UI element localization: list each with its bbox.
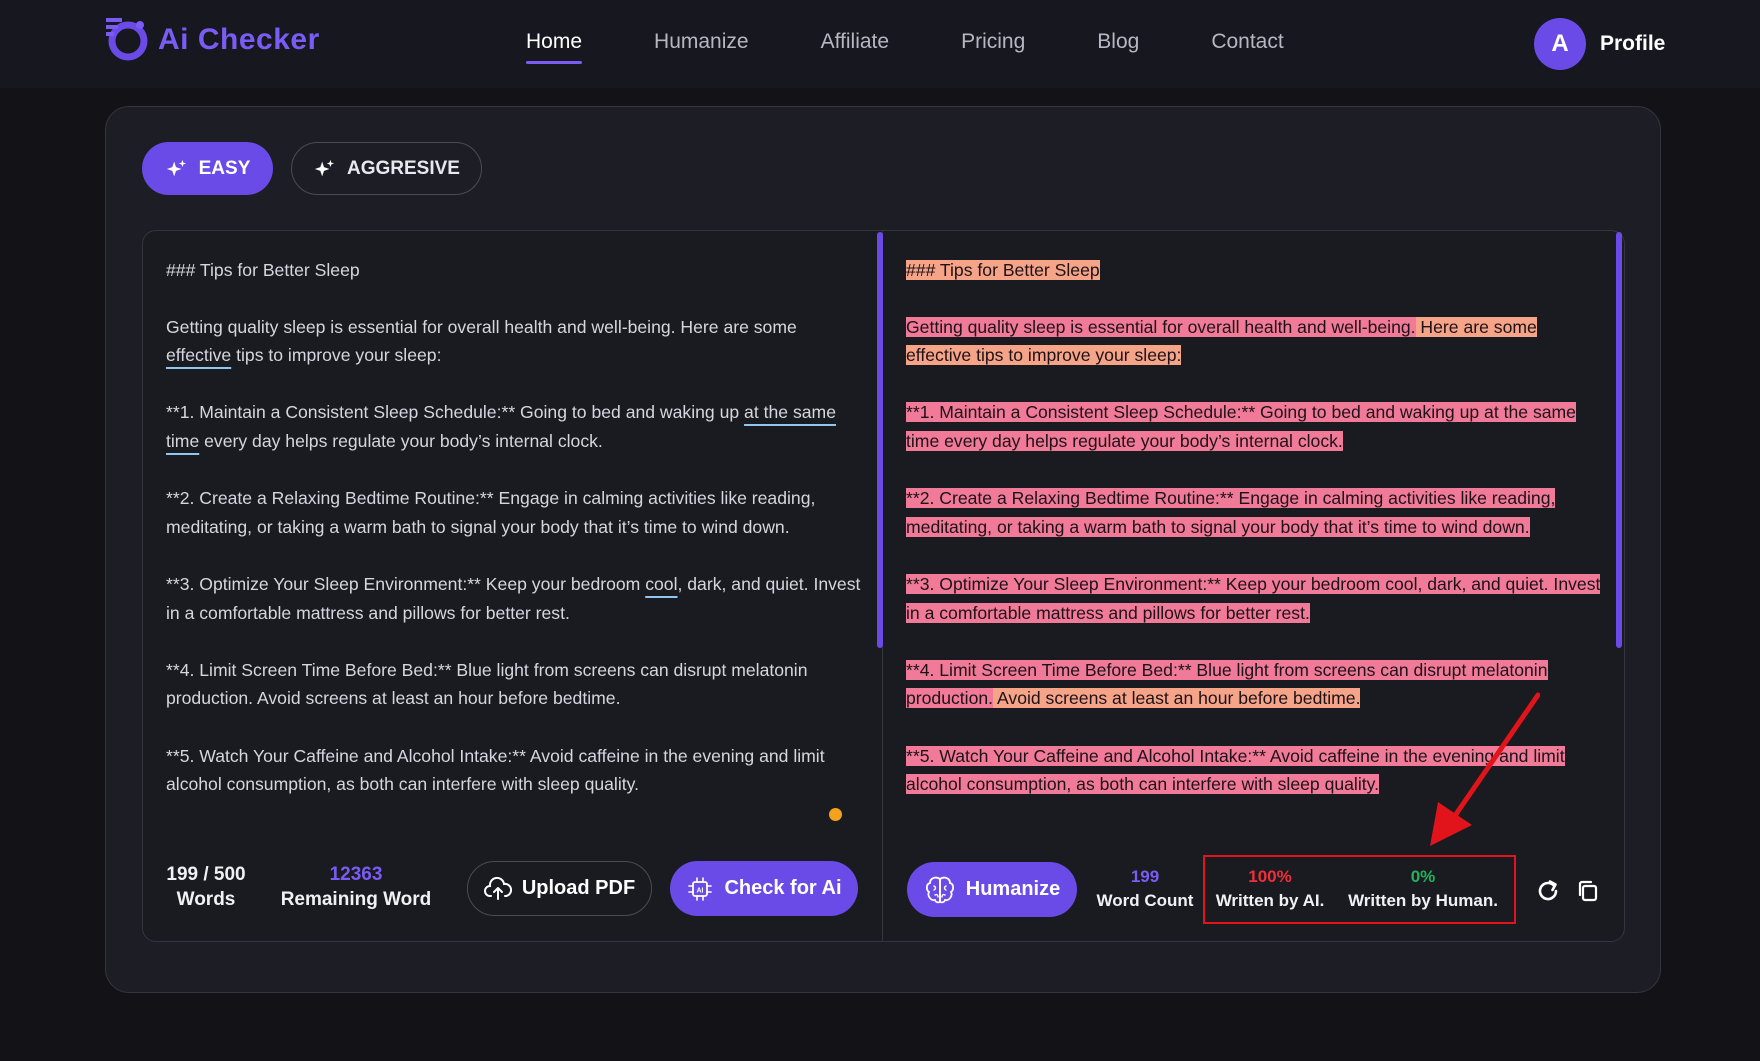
input-text: **1. Maintain a Consistent Sleep Schedul… bbox=[166, 402, 745, 423]
upload-pdf-label: Upload PDF bbox=[521, 877, 636, 899]
input-textarea[interactable]: ### Tips for Better Sleep Getting qualit… bbox=[166, 256, 866, 827]
ai-score-label: Written by AI. bbox=[1215, 891, 1325, 910]
upload-pdf-button[interactable]: Upload PDF bbox=[467, 861, 652, 916]
nav-humanize[interactable]: Humanize bbox=[654, 30, 749, 64]
highlighted-text: **5. Watch Your Caffeine and Alcohol Int… bbox=[906, 745, 1565, 795]
input-text: tips to improve your sleep: bbox=[231, 345, 442, 366]
input-paragraph: **5. Watch Your Caffeine and Alcohol Int… bbox=[166, 745, 825, 795]
word-count-label: Word Count bbox=[1096, 891, 1194, 910]
main-nav: Home Humanize Affiliate Pricing Blog Con… bbox=[526, 30, 1284, 64]
human-score-value: 0% bbox=[1410, 867, 1436, 886]
mode-easy-button[interactable]: EASY bbox=[142, 142, 273, 195]
highlighted-text: **3. Optimize Your Sleep Environment:** … bbox=[906, 573, 1601, 623]
input-paragraph: **3. Optimize Your Sleep Environment:** … bbox=[166, 570, 866, 627]
flagged-word: effective bbox=[166, 345, 232, 366]
output-heading: ### Tips for Better Sleep bbox=[906, 256, 1606, 285]
highlighted-text: Getting quality sleep is essential for o… bbox=[906, 316, 1416, 337]
nav-blog[interactable]: Blog bbox=[1097, 30, 1139, 64]
word-count-value: 199 bbox=[1130, 867, 1160, 886]
remaining-words-label: Remaining Word bbox=[280, 889, 432, 910]
output-scrollbar[interactable] bbox=[1616, 232, 1622, 648]
mode-easy-label: EASY bbox=[198, 157, 251, 179]
svg-text:AI: AI bbox=[697, 887, 704, 894]
brand-logo[interactable]: Ai Checker bbox=[104, 16, 320, 64]
profile-menu[interactable]: A Profile bbox=[1534, 18, 1665, 70]
input-paragraph: Getting quality sleep is essential for o… bbox=[166, 313, 866, 370]
humanize-label: Humanize bbox=[965, 878, 1061, 900]
remaining-words-stat: 12363 Remaining Word bbox=[276, 862, 436, 912]
highlighted-text: **2. Create a Relaxing Bedtime Routine:*… bbox=[906, 488, 1556, 537]
output-result: ### Tips for Better Sleep Getting qualit… bbox=[906, 256, 1606, 827]
highlighted-text: **1. Maintain a Consistent Sleep Schedul… bbox=[906, 402, 1576, 451]
nav-home[interactable]: Home bbox=[526, 30, 583, 64]
ai-chip-icon: AI bbox=[688, 876, 713, 901]
highlighted-text: Avoid screens at least an hour before be… bbox=[993, 688, 1361, 709]
word-usage-value: 199 / 500 bbox=[166, 864, 246, 885]
mode-aggressive-button[interactable]: AGGRESIVE bbox=[291, 142, 482, 195]
check-for-ai-label: Check for Ai bbox=[724, 877, 842, 899]
cloud-upload-icon bbox=[483, 876, 512, 900]
input-scrollbar[interactable] bbox=[877, 232, 883, 648]
input-text: every day helps regulate your body’s int… bbox=[199, 430, 603, 451]
check-for-ai-button[interactable]: AI Check for Ai bbox=[670, 861, 858, 916]
brain-icon bbox=[925, 876, 954, 903]
output-paragraph: **4. Limit Screen Time Before Bed:** Blu… bbox=[906, 656, 1606, 713]
highlighted-text: ### Tips for Better Sleep bbox=[906, 260, 1100, 280]
word-usage-stat: 199 / 500 Words bbox=[160, 862, 252, 912]
status-dot bbox=[829, 808, 842, 821]
sparkle-icon bbox=[166, 159, 186, 176]
remaining-words-value: 12363 bbox=[329, 864, 383, 885]
input-paragraph: **1. Maintain a Consistent Sleep Schedul… bbox=[166, 398, 866, 455]
word-count-stat: 199 Word Count bbox=[1094, 865, 1196, 913]
humanize-button[interactable]: Humanize bbox=[907, 862, 1077, 917]
input-heading: ### Tips for Better Sleep bbox=[166, 260, 360, 280]
nav-pricing[interactable]: Pricing bbox=[961, 30, 1025, 64]
nav-contact[interactable]: Contact bbox=[1211, 30, 1283, 64]
flagged-word: cool bbox=[645, 573, 678, 594]
profile-label: Profile bbox=[1600, 32, 1666, 55]
ai-score-value: 100% bbox=[1248, 867, 1292, 886]
human-score-label: Written by Human. bbox=[1348, 891, 1498, 910]
output-paragraph: **3. Optimize Your Sleep Environment:** … bbox=[906, 570, 1606, 627]
output-paragraph: **2. Create a Relaxing Bedtime Routine:*… bbox=[906, 484, 1606, 541]
output-paragraph: **1. Maintain a Consistent Sleep Schedul… bbox=[906, 398, 1606, 455]
copy-icon[interactable] bbox=[1575, 878, 1601, 904]
word-usage-label: Words bbox=[176, 889, 236, 910]
sparkle-icon bbox=[314, 159, 335, 176]
input-text: **3. Optimize Your Sleep Environment:** … bbox=[166, 573, 646, 594]
nav-affiliate[interactable]: Affiliate bbox=[821, 30, 890, 64]
refresh-icon[interactable] bbox=[1535, 878, 1561, 904]
brand-name: Ai Checker bbox=[158, 23, 320, 56]
output-paragraph: Getting quality sleep is essential for o… bbox=[906, 313, 1606, 370]
logo-icon bbox=[106, 18, 148, 61]
ai-score: 100% Written by AI. bbox=[1212, 865, 1328, 913]
human-score: 0% Written by Human. bbox=[1344, 865, 1502, 913]
input-text: Getting quality sleep is essential for o… bbox=[166, 316, 797, 337]
output-paragraph: **5. Watch Your Caffeine and Alcohol Int… bbox=[906, 742, 1606, 799]
input-paragraph: **4. Limit Screen Time Before Bed:** Blu… bbox=[166, 659, 808, 709]
avatar: A bbox=[1534, 18, 1586, 70]
input-paragraph: **2. Create a Relaxing Bedtime Routine:*… bbox=[166, 488, 816, 537]
top-navbar: Ai Checker Home Humanize Affiliate Prici… bbox=[0, 0, 1760, 88]
mode-aggressive-label: AGGRESIVE bbox=[347, 157, 460, 179]
